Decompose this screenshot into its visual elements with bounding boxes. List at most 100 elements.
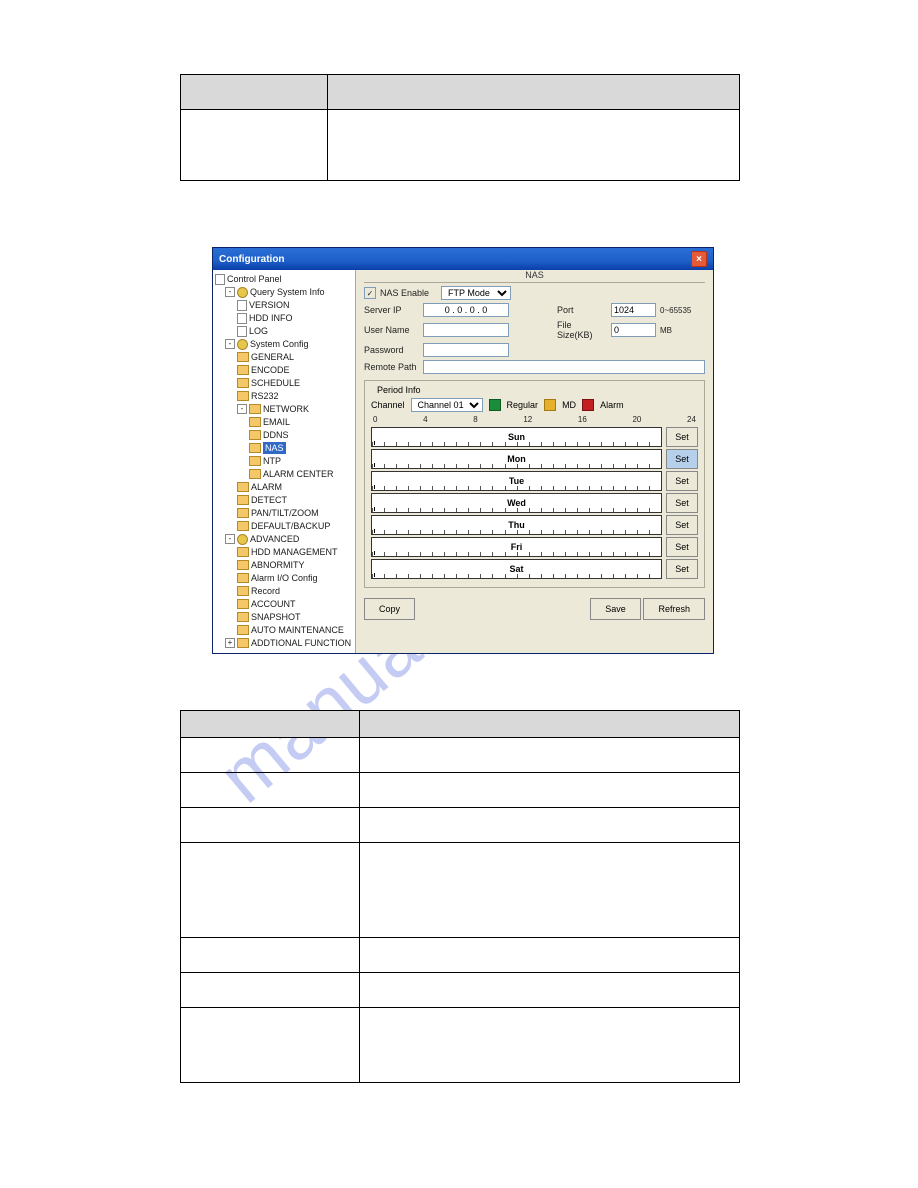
- day-timeline[interactable]: Tue: [371, 471, 662, 491]
- expand-icon[interactable]: -: [225, 534, 235, 544]
- regular-swatch-icon: [489, 399, 501, 411]
- set-button[interactable]: Set: [666, 427, 698, 447]
- close-icon[interactable]: ×: [691, 251, 707, 267]
- folder-icon: [249, 443, 261, 453]
- port-input[interactable]: [611, 303, 656, 317]
- tree-item[interactable]: LOG: [215, 325, 353, 338]
- tree-item-label: GENERAL: [251, 351, 294, 363]
- day-timeline[interactable]: Wed: [371, 493, 662, 513]
- t1-h2: [328, 75, 740, 110]
- expand-icon[interactable]: -: [225, 287, 235, 297]
- day-row: ThuSet: [371, 515, 698, 535]
- tree-item-label: VERSION: [249, 299, 290, 311]
- tree-item[interactable]: NTP: [215, 455, 353, 468]
- bottom-table: [180, 710, 740, 1083]
- filesize-input[interactable]: [611, 323, 656, 337]
- tree-item-label: DDNS: [263, 429, 289, 441]
- tree-item-label: Record: [251, 585, 280, 597]
- tree-item-label: ADDTIONAL FUNCTION: [251, 637, 351, 649]
- server-ip-input[interactable]: [423, 303, 509, 317]
- page-icon: [237, 326, 247, 337]
- folder-icon: [249, 456, 261, 466]
- set-button[interactable]: Set: [666, 493, 698, 513]
- tree-item[interactable]: GENERAL: [215, 351, 353, 364]
- day-timeline[interactable]: Thu: [371, 515, 662, 535]
- tree-item[interactable]: SCHEDULE: [215, 377, 353, 390]
- tree-item[interactable]: AUTO MAINTENANCE: [215, 624, 353, 637]
- tree-item[interactable]: ALARM CENTER: [215, 468, 353, 481]
- set-button[interactable]: Set: [666, 471, 698, 491]
- tree-item-label: ACCOUNT: [251, 598, 296, 610]
- filesize-unit: MB: [660, 326, 705, 335]
- tree-item[interactable]: HDD INFO: [215, 312, 353, 325]
- folder-icon: [237, 482, 249, 492]
- expand-icon[interactable]: -: [225, 339, 235, 349]
- gear-icon: [237, 339, 248, 350]
- username-input[interactable]: [423, 323, 509, 337]
- tree-item-label: ADVANCED: [250, 533, 299, 545]
- day-timeline[interactable]: Sun: [371, 427, 662, 447]
- tree-item[interactable]: RS232: [215, 390, 353, 403]
- tree-item[interactable]: NAS: [215, 442, 353, 455]
- section-title: NAS: [356, 270, 713, 280]
- day-row: SunSet: [371, 427, 698, 447]
- tree-item-label: SCHEDULE: [251, 377, 300, 389]
- folder-icon: [237, 586, 249, 596]
- tree-item[interactable]: SNAPSHOT: [215, 611, 353, 624]
- day-timeline[interactable]: Mon: [371, 449, 662, 469]
- tree-item[interactable]: VERSION: [215, 299, 353, 312]
- folder-icon: [237, 378, 249, 388]
- day-row: SatSet: [371, 559, 698, 579]
- server-ip-label: Server IP: [364, 305, 419, 315]
- window-titlebar: Configuration ×: [213, 248, 713, 270]
- tree-item-label: Alarm I/O Config: [251, 572, 318, 584]
- copy-button[interactable]: Copy: [364, 598, 415, 620]
- remotepath-input[interactable]: [423, 360, 705, 374]
- tree-item[interactable]: Record: [215, 585, 353, 598]
- folder-icon: [249, 417, 261, 427]
- tree-item[interactable]: DEFAULT/BACKUP: [215, 520, 353, 533]
- set-button[interactable]: Set: [666, 537, 698, 557]
- password-input[interactable]: [423, 343, 509, 357]
- save-button[interactable]: Save: [590, 598, 641, 620]
- nav-tree[interactable]: Control Panel -Query System InfoVERSIONH…: [213, 270, 356, 653]
- tree-item[interactable]: Alarm I/O Config: [215, 572, 353, 585]
- expand-icon[interactable]: +: [225, 638, 235, 648]
- tree-item[interactable]: ALARM: [215, 481, 353, 494]
- nas-enable-checkbox[interactable]: ✓: [364, 287, 376, 299]
- refresh-button[interactable]: Refresh: [643, 598, 705, 620]
- expand-icon[interactable]: -: [237, 404, 247, 414]
- tree-item[interactable]: + ADDTIONAL FUNCTION: [215, 637, 353, 650]
- tree-item-label: LOG: [249, 325, 268, 337]
- tree-item[interactable]: HDD MANAGEMENT: [215, 546, 353, 559]
- tree-item[interactable]: DDNS: [215, 429, 353, 442]
- tree-item[interactable]: ABNORMITY: [215, 559, 353, 572]
- alarm-swatch-icon: [582, 399, 594, 411]
- tree-item-label: Query System Info: [250, 286, 325, 298]
- tree-item[interactable]: - ADVANCED: [215, 533, 353, 546]
- tree-item[interactable]: DETECT: [215, 494, 353, 507]
- tree-item[interactable]: PAN/TILT/ZOOM: [215, 507, 353, 520]
- remotepath-label: Remote Path: [364, 362, 419, 372]
- channel-select[interactable]: Channel 01: [411, 398, 483, 412]
- mode-select[interactable]: FTP Mode: [441, 286, 511, 300]
- tree-item-label: ALARM: [251, 481, 282, 493]
- set-button[interactable]: Set: [666, 449, 698, 469]
- tree-item[interactable]: ACCOUNT: [215, 598, 353, 611]
- folder-icon: [237, 625, 249, 635]
- folder-icon: [237, 352, 249, 362]
- tree-item[interactable]: ENCODE: [215, 364, 353, 377]
- port-label: Port: [557, 305, 607, 315]
- tree-item[interactable]: -System Config: [215, 338, 353, 351]
- tree-item[interactable]: EMAIL: [215, 416, 353, 429]
- day-timeline[interactable]: Sat: [371, 559, 662, 579]
- set-button[interactable]: Set: [666, 559, 698, 579]
- tree-item[interactable]: - Query System Info: [215, 286, 353, 299]
- tree-root[interactable]: Control Panel: [215, 273, 353, 286]
- tree-item[interactable]: -NETWORK: [215, 403, 353, 416]
- period-info-group: Period Info Channel Channel 01 Regular M…: [364, 380, 705, 588]
- set-button[interactable]: Set: [666, 515, 698, 535]
- day-timeline[interactable]: Fri: [371, 537, 662, 557]
- tree-item-label: EMAIL: [263, 416, 290, 428]
- tree-item-label: HDD MANAGEMENT: [251, 546, 338, 558]
